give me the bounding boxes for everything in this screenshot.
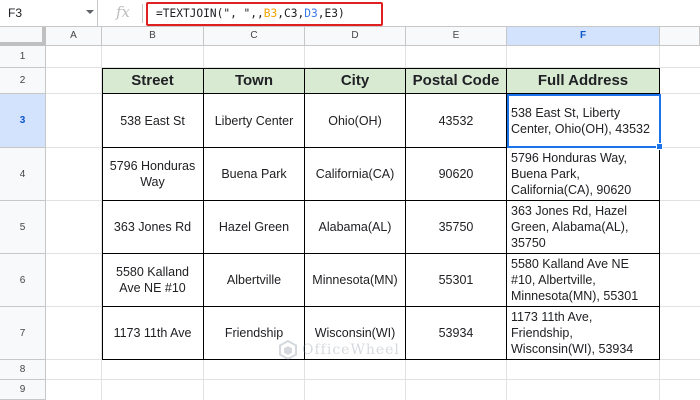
column-header-a[interactable]: A <box>46 27 102 46</box>
table-cell-b3[interactable]: 538 East St <box>102 94 204 148</box>
row-header-7[interactable]: 7 <box>0 307 46 360</box>
row-header-5[interactable]: 5 <box>0 201 46 254</box>
table-cell-c6[interactable]: Albertville <box>204 254 305 307</box>
row-header-4[interactable]: 4 <box>0 148 46 201</box>
table-cell-b7[interactable]: 1173 11th Ave <box>102 307 204 360</box>
column-header-empty <box>660 27 700 46</box>
fx-icon: fx <box>116 3 131 21</box>
table-cell-d3[interactable]: Ohio(OH) <box>305 94 406 148</box>
column-header-f[interactable]: F <box>507 27 660 46</box>
column-header-d[interactable]: D <box>305 27 406 46</box>
formula-highlight-box: =TEXTJOIN(", ",,B3,C3,D3,E3) <box>146 2 383 26</box>
table-cell-b4[interactable]: 5796 Honduras Way <box>102 148 204 201</box>
table-header-cell[interactable]: Full Address <box>507 68 660 94</box>
column-header-b[interactable]: B <box>102 27 204 46</box>
table-cell-b6[interactable]: 5580 Kalland Ave NE #10 <box>102 254 204 307</box>
watermark-text: OfficeWheel <box>302 342 400 358</box>
table-cell-d6[interactable]: Minnesota(MN) <box>305 254 406 307</box>
row-header-1[interactable]: 1 <box>0 46 46 68</box>
row-header-3[interactable]: 3 <box>0 94 46 148</box>
table-cell-f5[interactable]: 363 Jones Rd, Hazel Green, Alabama(AL), … <box>507 201 660 254</box>
formula-ref-b3: B3 <box>263 7 278 20</box>
table-cell-c3[interactable]: Liberty Center <box>204 94 305 148</box>
table-cell-f7[interactable]: 1173 11th Ave, Friendship, Wisconsin(WI)… <box>507 307 660 360</box>
table-cell-d4[interactable]: California(CA) <box>305 148 406 201</box>
formula-bar-divider <box>142 4 143 23</box>
row-header-2[interactable]: 2 <box>0 68 46 94</box>
table-cell-f4[interactable]: 5796 Honduras Way, Buena Park, Californi… <box>507 148 660 201</box>
table-header-cell[interactable]: City <box>305 68 406 94</box>
formula-input[interactable]: =TEXTJOIN(", ",,B3,C3,D3,E3) <box>156 7 345 20</box>
formula-suffix: ) <box>337 7 345 20</box>
fill-handle[interactable] <box>656 143 663 150</box>
formula-prefix: =TEXTJOIN(", ",, <box>156 7 264 20</box>
table-cell-e3[interactable]: 43532 <box>406 94 507 148</box>
formula-sep: , <box>277 7 285 20</box>
formula-ref-d3: D3 <box>304 7 318 20</box>
select-all-corner[interactable] <box>0 27 46 46</box>
table-header-cell[interactable]: Street <box>102 68 204 94</box>
active-cell-selection[interactable] <box>507 94 661 148</box>
table-header-cell[interactable]: Postal Code <box>406 68 507 94</box>
table-cell-b5[interactable]: 363 Jones Rd <box>102 201 204 254</box>
name-box-value: F3 <box>8 6 23 20</box>
row-header-9[interactable]: 9 <box>0 380 46 400</box>
table-cell-e7[interactable]: 53934 <box>406 307 507 360</box>
formula-ref-c3: C3 <box>284 7 298 20</box>
formula-bar: F3 fx =TEXTJOIN(", ",,B3,C3,D3,E3) <box>0 0 700 27</box>
gridline <box>46 379 700 380</box>
chevron-down-icon[interactable] <box>86 10 94 14</box>
name-box[interactable]: F3 <box>0 0 98 26</box>
table-border-top <box>102 68 660 69</box>
table-cell-c4[interactable]: Buena Park <box>204 148 305 201</box>
table-border-left <box>102 68 103 360</box>
row-header-8[interactable]: 8 <box>0 360 46 380</box>
table-cell-f6[interactable]: 5580 Kalland Ave NE #10, Albertville, Mi… <box>507 254 660 307</box>
table-cell-e6[interactable]: 55301 <box>406 254 507 307</box>
table-header-cell[interactable]: Town <box>204 68 305 94</box>
table-cell-e4[interactable]: 90620 <box>406 148 507 201</box>
row-header-6[interactable]: 6 <box>0 254 46 307</box>
officewheel-logo-icon <box>279 340 297 360</box>
table-cell-e5[interactable]: 35750 <box>406 201 507 254</box>
formula-ref-e3: E3 <box>324 7 338 20</box>
column-header-e[interactable]: E <box>406 27 507 46</box>
watermark: OfficeWheel <box>278 340 400 360</box>
table-cell-d5[interactable]: Alabama(AL) <box>305 201 406 254</box>
column-header-c[interactable]: C <box>204 27 305 46</box>
table-cell-c5[interactable]: Hazel Green <box>204 201 305 254</box>
